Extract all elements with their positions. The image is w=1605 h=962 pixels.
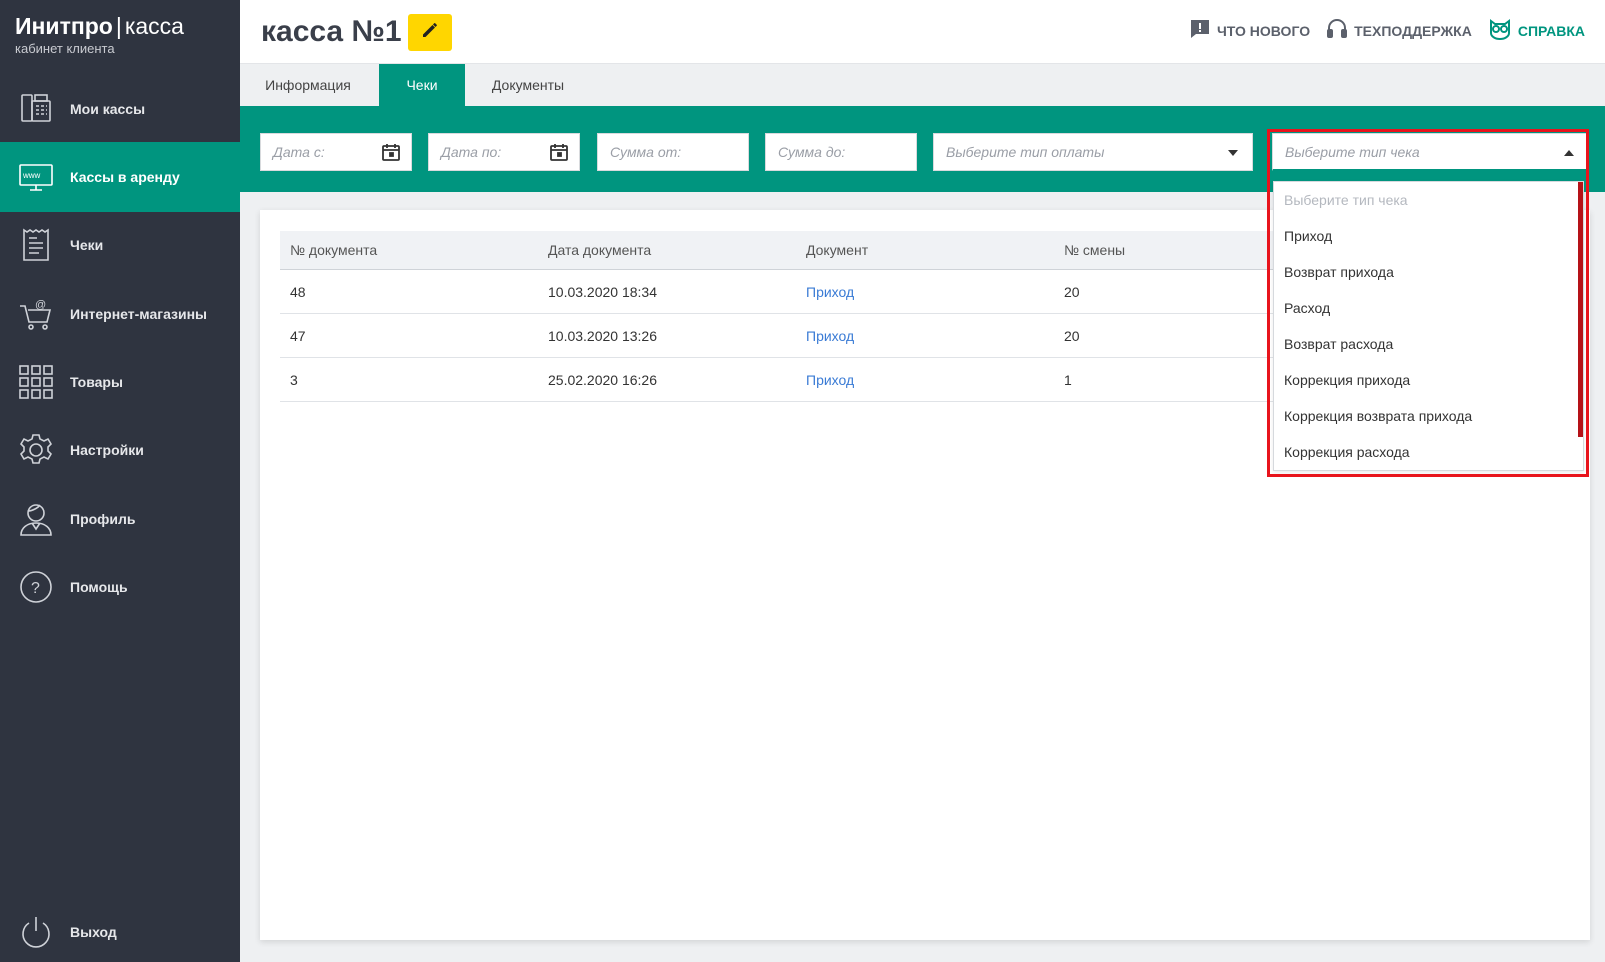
cell-shift-number: 1 xyxy=(1064,371,1072,388)
brand-separator: | xyxy=(115,13,122,39)
question-circle-icon: ? xyxy=(16,567,56,607)
date-to-field[interactable]: Дата по: xyxy=(428,133,580,171)
tabs-bar: Информация Чеки Документы xyxy=(240,64,1605,106)
chevron-down-icon xyxy=(1228,150,1238,156)
sidebar-item-label: Профиль xyxy=(70,511,136,527)
sidebar-item-rental-registers[interactable]: www Кассы в аренду xyxy=(0,142,240,212)
cell-doc-number: 48 xyxy=(290,283,306,300)
headset-icon xyxy=(1326,18,1348,43)
owl-icon xyxy=(1488,18,1512,43)
cell-doc-number: 3 xyxy=(290,371,298,388)
svg-text:www: www xyxy=(22,171,41,180)
whats-new-link[interactable]: ЧТО НОВОГО xyxy=(1189,18,1310,43)
svg-text:?: ? xyxy=(31,580,40,597)
support-link[interactable]: ТЕХПОДДЕРЖКА xyxy=(1326,18,1472,43)
receipt-icon xyxy=(16,225,56,265)
cell-doc-date: 10.03.2020 13:26 xyxy=(548,327,657,344)
sidebar-item-label: Товары xyxy=(70,374,123,390)
dropdown-option[interactable]: Расход xyxy=(1274,290,1583,326)
gear-icon xyxy=(16,430,56,470)
dropdown-option-placeholder[interactable]: Выберите тип чека xyxy=(1274,182,1583,218)
dropdown-option[interactable]: Возврат прихода xyxy=(1274,254,1583,290)
tab-documents[interactable]: Документы xyxy=(468,64,588,106)
filters-bar: Дата с: Дата по: Сумма от: Сумма до: Выб… xyxy=(240,106,1605,192)
sum-to-field[interactable]: Сумма до: xyxy=(765,133,917,171)
sidebar-item-label: Кассы в аренду xyxy=(70,169,180,185)
cell-doc-date: 25.02.2020 16:26 xyxy=(548,371,657,388)
payment-type-select[interactable]: Выберите тип оплаты xyxy=(933,133,1253,171)
edit-title-button[interactable] xyxy=(408,14,452,51)
cell-doc-number: 47 xyxy=(290,327,306,344)
sum-from-field[interactable]: Сумма от: xyxy=(597,133,749,171)
sum-to-placeholder: Сумма до: xyxy=(778,144,846,160)
dropdown-option[interactable]: Возврат расхода xyxy=(1274,326,1583,362)
cell-document-link[interactable]: Приход xyxy=(796,328,854,344)
brand-name-light: касса xyxy=(124,13,184,39)
pencil-icon xyxy=(420,20,440,45)
date-from-field[interactable]: Дата с: xyxy=(260,133,412,171)
page-title: касса №1 xyxy=(261,15,402,48)
header-doc-date[interactable]: Дата документа xyxy=(538,242,651,258)
cart-at-icon: @ xyxy=(16,294,56,334)
brand-name-bold: Инитпро xyxy=(15,13,113,39)
date-from-placeholder: Дата с: xyxy=(273,144,325,160)
help-label: СПРАВКА xyxy=(1517,22,1585,39)
svg-text:@: @ xyxy=(35,299,46,311)
check-type-placeholder: Выберите тип чека xyxy=(1285,143,1420,160)
power-icon xyxy=(16,912,56,952)
sidebar-item-profile[interactable]: Профиль xyxy=(0,484,240,554)
cell-shift-number: 20 xyxy=(1064,327,1080,344)
sidebar: Инитпро | касса кабинет клиента Мои кассы … xyxy=(0,0,240,962)
header-shift-number[interactable]: № смены xyxy=(1054,242,1125,258)
brand-subtitle: кабинет клиента xyxy=(15,41,115,56)
www-monitor-icon: www xyxy=(16,157,56,197)
tab-checks[interactable]: Чеки xyxy=(379,64,465,106)
calendar-icon[interactable] xyxy=(549,142,569,165)
sidebar-item-label: Мои кассы xyxy=(70,101,146,117)
sidebar-item-label: Помощь xyxy=(70,579,128,595)
date-to-placeholder: Дата по: xyxy=(441,144,502,160)
whats-new-label: ЧТО НОВОГО xyxy=(1216,22,1311,39)
cash-register-icon xyxy=(16,89,56,129)
sum-from-placeholder: Сумма от: xyxy=(610,144,682,160)
payment-type-placeholder: Выберите тип оплаты xyxy=(946,144,1105,160)
sidebar-item-label: Настройки xyxy=(70,442,144,458)
cell-document-link[interactable]: Приход xyxy=(796,284,854,300)
chevron-up-icon xyxy=(1564,150,1574,156)
dropdown-option[interactable]: Приход xyxy=(1274,218,1583,254)
dropdown-option[interactable]: Коррекция возврата прихода xyxy=(1274,398,1583,434)
sidebar-item-settings[interactable]: Настройки xyxy=(0,415,240,485)
sidebar-item-checks[interactable]: Чеки xyxy=(0,210,240,280)
cell-doc-date: 10.03.2020 18:34 xyxy=(548,283,657,300)
cell-document-link[interactable]: Приход xyxy=(796,372,854,388)
help-link[interactable]: СПРАВКА xyxy=(1488,18,1585,43)
grid-icon xyxy=(16,362,56,402)
sidebar-item-label: Чеки xyxy=(70,237,104,253)
sidebar-item-online-stores[interactable]: @ Интернет-магазины xyxy=(0,279,240,349)
sidebar-item-goods[interactable]: Товары xyxy=(0,347,240,417)
top-links: ЧТО НОВОГО ТЕХПОДДЕРЖКА СПРАВКА xyxy=(1189,18,1585,43)
check-type-dropdown: Выберите тип чека Приход Возврат прихода… xyxy=(1273,181,1584,471)
dropdown-option[interactable]: Коррекция прихода xyxy=(1274,362,1583,398)
logout-button[interactable]: Выход xyxy=(0,897,240,962)
calendar-icon[interactable] xyxy=(381,142,401,165)
logout-label: Выход xyxy=(70,924,117,940)
dropdown-option[interactable]: Коррекция расхода xyxy=(1274,434,1583,470)
dropdown-scrollbar[interactable] xyxy=(1578,182,1583,437)
header-document[interactable]: Документ xyxy=(796,242,868,258)
sidebar-item-help[interactable]: ? Помощь xyxy=(0,552,240,622)
brand: Инитпро | касса кабинет клиента xyxy=(0,0,240,74)
header: касса №1 ЧТО НОВОГО ТЕХПОДДЕРЖКА СПРАВКА xyxy=(240,0,1605,64)
support-label: ТЕХПОДДЕРЖКА xyxy=(1354,22,1472,39)
sidebar-item-my-registers[interactable]: Мои кассы xyxy=(0,74,240,144)
cell-shift-number: 20 xyxy=(1064,283,1080,300)
user-icon xyxy=(16,499,56,539)
check-type-select[interactable]: Выберите тип чека xyxy=(1272,133,1589,171)
header-doc-number[interactable]: № документа xyxy=(280,242,377,258)
brand-title: Инитпро | касса xyxy=(15,13,225,39)
sidebar-item-label: Интернет-магазины xyxy=(70,306,208,322)
message-alert-icon xyxy=(1189,18,1211,43)
tab-info[interactable]: Информация xyxy=(240,64,376,106)
